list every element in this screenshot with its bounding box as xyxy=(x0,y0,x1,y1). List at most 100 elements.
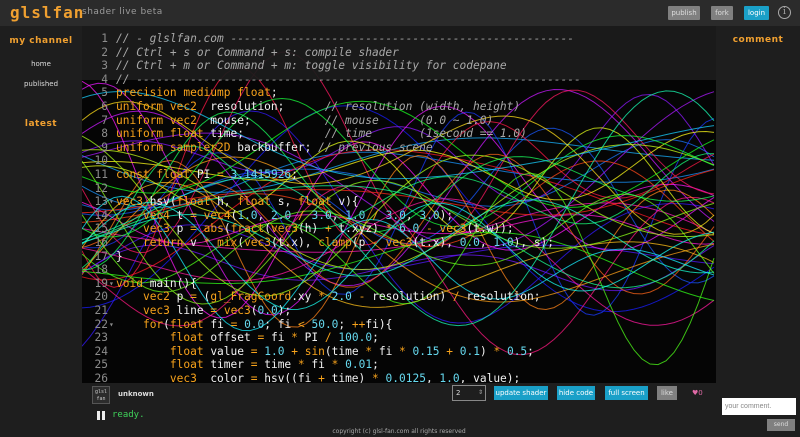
code-token: p xyxy=(169,222,191,236)
code-text: float value = 1.0 + sin(time * fi * 0.15… xyxy=(116,345,534,359)
code-token: ; xyxy=(527,344,534,358)
code-line[interactable]: 5 precision mediump float; xyxy=(82,86,716,100)
code-line[interactable]: 11 const float PI = 3.1415926; xyxy=(82,168,716,182)
line-number: 8 xyxy=(101,127,108,141)
copyright-text: copyright (c) glsl-fan.com all rights re… xyxy=(332,428,466,435)
author-name[interactable]: unknown xyxy=(118,390,154,398)
hide-code-button[interactable]: hide code xyxy=(557,386,595,400)
fold-arrow-icon[interactable]: ▾ xyxy=(109,277,114,291)
full-screen-button[interactable]: full screen xyxy=(605,386,648,400)
line-number: 20 xyxy=(94,290,108,304)
code-line[interactable]: 21 vec3 line = vec3(0.0); xyxy=(82,304,716,318)
code-token: vec4 xyxy=(203,208,231,222)
code-line[interactable]: 23 float offset = fi * PI / 100.0; xyxy=(82,331,716,345)
code-line[interactable]: 12 xyxy=(82,182,716,196)
code-line[interactable]: 10 xyxy=(82,154,716,168)
code-line[interactable]: 2 // Ctrl + s or Command + s: compile sha… xyxy=(82,46,716,60)
code-line[interactable]: 16 return v * mix(vec3(t.x), clamp(p - v… xyxy=(82,236,716,250)
comment-input[interactable] xyxy=(722,398,796,415)
code-line[interactable]: 15 vec3 p = abs(fract(vec3(h) + t.xyz) *… xyxy=(82,222,716,236)
like-button[interactable]: like xyxy=(657,386,677,400)
code-line[interactable]: 17} xyxy=(82,250,716,264)
code-token: 3.1415926 xyxy=(230,168,292,181)
code-token: fi xyxy=(203,317,231,331)
code-token: vec3 xyxy=(169,372,197,383)
publish-button[interactable]: publish xyxy=(668,6,700,20)
code-token: clamp xyxy=(318,236,352,249)
code-line[interactable]: 24 float value = 1.0 + sin(time * fi * 0… xyxy=(82,345,716,359)
fork-button[interactable]: fork xyxy=(711,6,733,20)
code-token: ; xyxy=(291,168,298,181)
code-token: fract xyxy=(230,222,265,236)
code-line[interactable]: 8 uniform float time; // time (1second ==… xyxy=(82,127,716,141)
code-token: PI xyxy=(190,168,218,181)
code-token: uniform vec2 xyxy=(116,100,197,113)
send-button[interactable]: send xyxy=(767,419,795,431)
code-token: // previous scene xyxy=(318,140,433,154)
code-line[interactable]: 25 float timer = time * fi * 0.01; xyxy=(82,358,716,372)
code-token: * xyxy=(318,290,325,304)
code-text: vec3 p = abs(fract(vec3(h) + t.xyz) * 6.… xyxy=(116,222,514,236)
code-text: return v * mix(vec3(t.x), clamp(p - vec3… xyxy=(116,236,554,250)
fold-arrow-icon[interactable]: ▾ xyxy=(109,318,114,332)
code-token: time; xyxy=(203,127,325,141)
code-line[interactable]: 13 ▾ vec3 hsv(float h, float s, float v){ xyxy=(82,195,716,209)
code-token: h, xyxy=(210,195,238,209)
sidebar-item-published[interactable]: published xyxy=(0,80,82,88)
code-line[interactable]: 6 uniform vec2 resolution; // resolution … xyxy=(82,100,716,114)
code-text: } xyxy=(116,250,123,264)
info-icon[interactable]: i xyxy=(778,6,791,19)
line-number: 3 xyxy=(101,59,108,73)
code-line[interactable]: 1 // - glslfan.com ----------------------… xyxy=(82,32,716,46)
fold-arrow-icon[interactable]: ▾ xyxy=(109,195,114,209)
app-logo[interactable]: glslfan xyxy=(10,3,84,22)
code-line[interactable]: 4 // ------------------------------------… xyxy=(82,73,716,87)
comment-heading: comment xyxy=(732,35,784,45)
code-line[interactable]: 9 uniform sampler2D backbuffer; // previo… xyxy=(82,141,716,155)
code-token: ( xyxy=(163,317,170,331)
code-token: value xyxy=(203,344,251,358)
line-number: 17 xyxy=(94,249,108,263)
sidebar-item-home[interactable]: home xyxy=(0,60,82,68)
latest-heading[interactable]: latest xyxy=(0,119,82,129)
code-token: 50.0 xyxy=(311,317,339,331)
code-token: vec3 xyxy=(439,222,467,236)
code-line[interactable]: 22 ▾ for(float fi = 0.0; fi < 50.0; ++fi)… xyxy=(82,318,716,332)
code-token: // -------------------------------------… xyxy=(116,72,581,86)
code-line[interactable]: 20 vec2 p = (gl_FragCoord.xy * 2.0 - res… xyxy=(82,290,716,304)
update-shader-button[interactable]: update shader xyxy=(494,386,548,400)
line-number: 16 xyxy=(94,236,108,249)
code-token: abs xyxy=(203,222,224,236)
code-line[interactable]: 3 // Ctrl + m or Command + m: toggle visi… xyxy=(82,59,716,73)
code-editor[interactable]: 1 // - glslfan.com ----------------------… xyxy=(82,26,716,383)
my-channel-heading[interactable]: my channel xyxy=(0,36,82,46)
code-token: vec2 xyxy=(142,290,170,304)
code-token: hsv( xyxy=(142,195,177,209)
code-line[interactable]: 18 xyxy=(82,263,716,277)
code-token: float xyxy=(297,195,332,209)
login-button[interactable]: login xyxy=(744,6,769,20)
code-token: t.xyz) xyxy=(331,222,386,236)
code-line[interactable]: 26 vec3 color = hsv((fi + time) * 0.0125… xyxy=(82,372,716,383)
code-token: vec3 xyxy=(385,236,413,249)
code-token: = xyxy=(190,208,197,222)
code-line[interactable]: 7 uniform vec2 mouse; // mouse (0.0 ~ 1.0… xyxy=(82,114,716,128)
code-token: PI xyxy=(297,331,325,345)
avatar[interactable]: glsl fan xyxy=(92,386,110,404)
resolution-select[interactable]: 2 ⇕ xyxy=(452,385,486,401)
pause-icon[interactable] xyxy=(97,411,105,420)
code-token: + xyxy=(318,372,325,383)
resolution-select-value: 2 xyxy=(456,389,461,397)
code-token: v xyxy=(183,236,204,249)
code-token: // resolution (width, height) xyxy=(324,100,521,113)
code-token: (time xyxy=(324,344,366,358)
code-text: vec3 color = hsv((fi + time) * 0.0125, 1… xyxy=(116,372,520,383)
code-line[interactable]: 14 vec4 t = vec4(1.0, 2.0 / 3.0, 1.0 / 3… xyxy=(82,209,716,223)
code-text: // Ctrl + s or Command + s: compile shad… xyxy=(116,46,399,60)
code-line[interactable]: 19 ▾ void main(){ xyxy=(82,277,716,291)
